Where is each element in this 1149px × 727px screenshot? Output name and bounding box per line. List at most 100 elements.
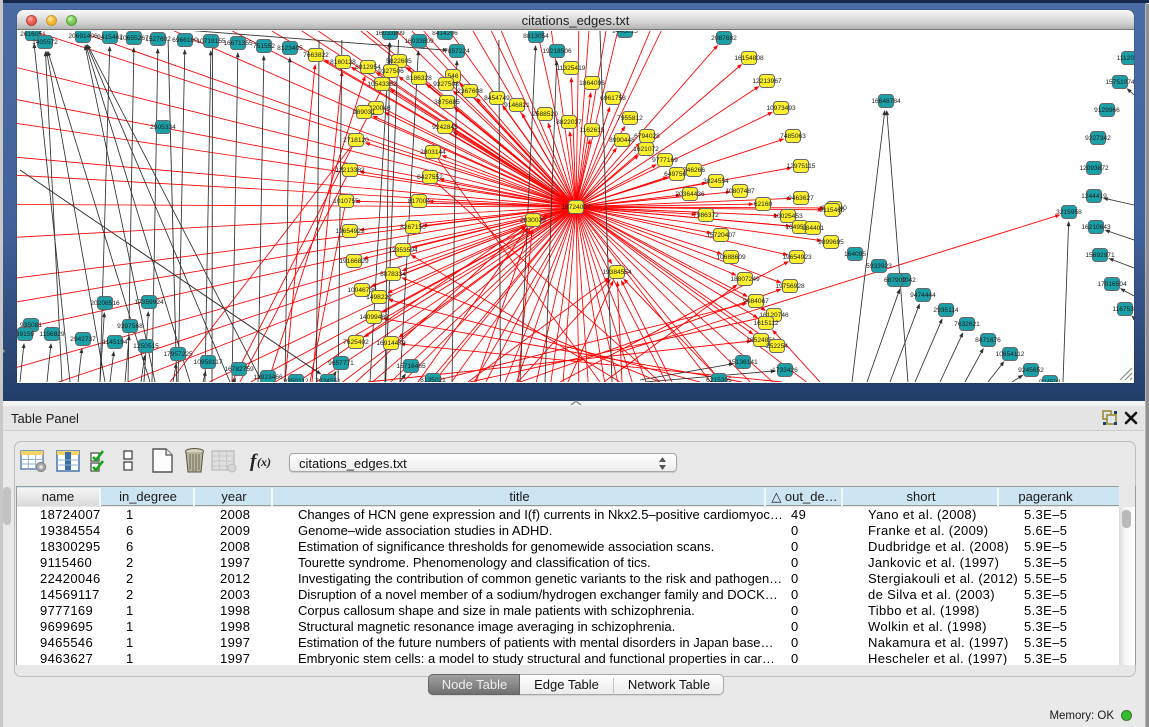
svg-text:20206516: 20206516 [90, 300, 120, 307]
svg-text:10719155: 10719155 [196, 38, 226, 45]
svg-text:1112045: 1112045 [1117, 55, 1134, 62]
svg-text:16210643: 16210643 [1081, 224, 1111, 231]
svg-text:1250515: 1250515 [133, 343, 159, 350]
svg-text:14099489: 14099489 [359, 314, 389, 321]
svg-text:2830029: 2830029 [520, 217, 546, 224]
svg-text:10688609: 10688609 [716, 254, 746, 261]
svg-text:6966160: 6966160 [172, 37, 198, 44]
svg-text:15716465: 15716465 [396, 363, 426, 370]
svg-text:7632621: 7632621 [954, 321, 980, 328]
svg-text:1010755: 1010755 [333, 198, 359, 205]
svg-text:1156829: 1156829 [39, 331, 65, 338]
svg-text:1615112: 1615112 [753, 320, 779, 327]
svg-text:10807487: 10807487 [725, 188, 755, 195]
svg-text:9474444: 9474444 [910, 292, 936, 299]
svg-text:8878334: 8878334 [380, 271, 406, 278]
svg-text:9146821: 9146821 [504, 102, 530, 109]
svg-text:5933923: 5933923 [866, 263, 892, 270]
svg-text:15692971: 15692971 [1085, 252, 1115, 259]
svg-text:10973493: 10973493 [766, 105, 796, 112]
svg-text:9397568: 9397568 [117, 323, 143, 330]
svg-text:12353594: 12353594 [388, 247, 418, 254]
svg-text:12923466: 12923466 [253, 374, 283, 381]
svg-text:9129966: 9129966 [1094, 107, 1120, 114]
svg-text:9899695: 9899695 [818, 239, 844, 246]
svg-text:9227342: 9227342 [1085, 135, 1111, 142]
svg-text:16914479: 16914479 [376, 340, 406, 347]
svg-text:2905334: 2905334 [150, 124, 176, 131]
svg-text:7986372: 7986372 [693, 212, 719, 219]
svg-text:746266: 746266 [683, 167, 705, 174]
svg-text:18724007: 18724007 [561, 204, 591, 211]
svg-text:6961758: 6961758 [600, 95, 626, 102]
svg-text:7663822: 7663822 [303, 52, 329, 59]
svg-text:3215958: 3215958 [1056, 209, 1082, 216]
svg-text:989031: 989031 [353, 109, 375, 116]
svg-text:15136141: 15136141 [728, 359, 758, 366]
svg-text:1162615: 1162615 [579, 127, 605, 134]
svg-text:9115460: 9115460 [819, 207, 845, 214]
svg-text:8135021: 8135021 [420, 377, 446, 382]
svg-text:17359924: 17359924 [134, 299, 164, 306]
svg-text:7024551: 7024551 [315, 378, 341, 382]
svg-text:16671355: 16671355 [223, 40, 253, 47]
svg-text:39159: 39159 [17, 331, 34, 338]
svg-text:12213967: 12213967 [752, 78, 782, 85]
svg-text:1864096: 1864096 [579, 80, 605, 87]
svg-text:19384554: 19384554 [602, 269, 632, 276]
svg-text:9777169: 9777169 [652, 157, 678, 164]
svg-text:9242845: 9242845 [432, 124, 458, 131]
svg-text:8267150: 8267150 [400, 224, 426, 231]
svg-text:62160: 62160 [754, 201, 773, 208]
svg-text:11325419: 11325419 [557, 65, 586, 72]
svg-text:8186328: 8186328 [406, 75, 432, 82]
svg-text:9084067: 9084067 [743, 298, 769, 305]
svg-text:9657771: 9657771 [328, 360, 354, 367]
svg-text:7857224: 7857224 [444, 48, 470, 55]
svg-text:19654923: 19654923 [782, 254, 812, 261]
svg-text:10025453: 10025453 [773, 213, 803, 220]
svg-text:17957225: 17957225 [163, 351, 193, 358]
svg-text:2718120: 2718120 [343, 137, 369, 144]
svg-text:10543382: 10543382 [367, 81, 397, 88]
svg-text:3875685: 3875685 [434, 99, 460, 106]
svg-text:2087682: 2087682 [711, 35, 737, 42]
svg-text:16033809: 16033809 [404, 38, 434, 45]
svg-text:19654922: 19654922 [335, 228, 365, 235]
svg-text:9446015: 9446015 [612, 31, 638, 35]
svg-text:18807249: 18807249 [730, 276, 760, 283]
svg-text:1145194: 1145194 [102, 339, 128, 346]
svg-text:12213382: 12213382 [335, 167, 365, 174]
svg-text:751552: 751552 [253, 43, 275, 50]
svg-text:16154808: 16154808 [734, 55, 764, 62]
svg-text:2803144: 2803144 [420, 149, 446, 156]
svg-text:8822037: 8822037 [556, 119, 582, 126]
svg-text:10958117: 10958117 [194, 359, 223, 366]
svg-text:1527602: 1527602 [145, 36, 171, 43]
svg-text:3824554: 3824554 [703, 178, 729, 185]
svg-text:6215305: 6215305 [706, 377, 732, 382]
svg-text:8427552: 8427552 [417, 174, 443, 181]
svg-text:8813054: 8813054 [523, 33, 549, 40]
svg-text:7485063: 7485063 [780, 133, 806, 140]
svg-text:984401: 984401 [802, 225, 824, 232]
svg-text:1405572: 1405572 [32, 39, 58, 46]
svg-text:7955812: 7955812 [617, 115, 643, 122]
svg-text:1733426: 1733426 [772, 367, 798, 374]
svg-text:19756928: 19756928 [775, 283, 805, 290]
svg-text:9245652: 9245652 [1018, 367, 1044, 374]
svg-text:6794028: 6794028 [634, 133, 660, 140]
svg-text:15751074: 15751074 [1105, 79, 1134, 86]
svg-text:15720407: 15720407 [706, 232, 736, 239]
svg-text:19218506: 19218506 [542, 48, 572, 55]
svg-text:12975115: 12975115 [787, 163, 816, 170]
svg-text:8471676: 8471676 [975, 337, 1001, 344]
svg-text:8160128: 8160128 [330, 59, 356, 66]
svg-text:8990448: 8990448 [609, 137, 635, 144]
svg-text:16033809: 16033809 [375, 31, 405, 37]
svg-text:8414206: 8414206 [432, 31, 458, 37]
svg-text:1244419: 1244419 [1081, 193, 1107, 200]
svg-text:9327506: 9327506 [378, 68, 404, 75]
svg-text:2367608: 2367608 [457, 88, 483, 95]
svg-text:1498222: 1498222 [366, 294, 392, 301]
